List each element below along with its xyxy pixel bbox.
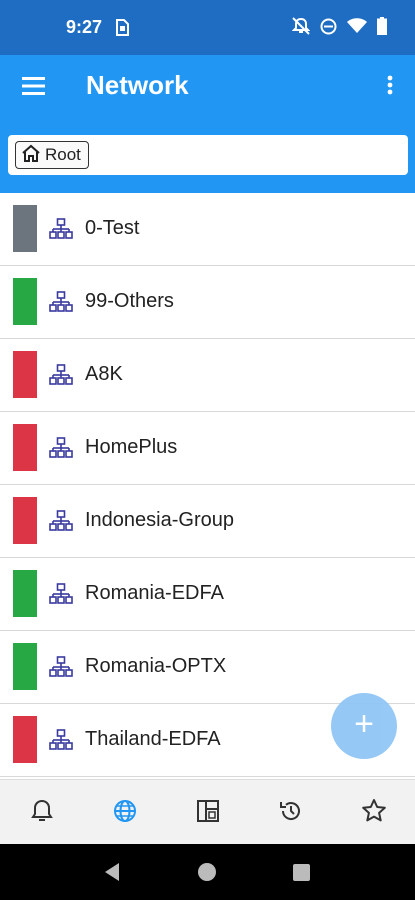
notifications-off-icon <box>291 17 311 40</box>
sim-icon <box>116 19 129 41</box>
status-indicator <box>13 424 37 471</box>
list-item[interactable]: 0-Test <box>0 193 415 266</box>
list-item-label: Indonesia-Group <box>85 509 234 531</box>
network-group-icon <box>49 291 73 318</box>
back-icon[interactable] <box>103 862 121 887</box>
bottom-navigation <box>0 779 415 845</box>
list-item-label: A8K <box>85 363 123 385</box>
network-group-icon <box>49 729 73 756</box>
list-item-label: Romania-OPTX <box>85 655 227 677</box>
status-indicator <box>13 643 37 690</box>
breadcrumb-root-label: Root <box>45 145 81 164</box>
wifi-icon <box>347 18 367 39</box>
network-group-icon <box>49 583 73 610</box>
home-icon <box>21 144 41 167</box>
list-item-label: Thailand-EDFA <box>85 728 221 750</box>
network-group-icon <box>49 437 73 464</box>
breadcrumb-bar: Root <box>0 117 415 193</box>
status-indicator <box>13 570 37 617</box>
do-not-disturb-icon <box>320 18 337 40</box>
status-indicator <box>13 205 37 252</box>
page-title: Network <box>86 70 189 100</box>
breadcrumb-root[interactable]: Root <box>15 141 89 169</box>
bell-icon[interactable] <box>29 798 55 824</box>
list-item[interactable]: 99-Others <box>0 266 415 339</box>
list-item-label: Romania-EDFA <box>85 582 224 604</box>
network-group-icon <box>49 218 73 245</box>
list-item-label: HomePlus <box>85 436 178 458</box>
hamburger-menu-icon[interactable] <box>22 77 45 95</box>
status-indicator <box>13 497 37 544</box>
status-bar: 9:27 <box>0 0 415 55</box>
globe-icon[interactable] <box>112 798 138 824</box>
status-indicator <box>13 351 37 398</box>
add-label: + <box>354 705 374 743</box>
list-item[interactable]: A8K <box>0 339 415 412</box>
history-icon[interactable] <box>278 798 304 824</box>
dashboard-icon[interactable] <box>195 798 221 824</box>
list-item-label: 0-Test <box>85 217 140 239</box>
status-icons <box>291 17 387 40</box>
list-item[interactable]: Romania-OPTX <box>0 631 415 704</box>
network-group-icon <box>49 510 73 537</box>
status-indicator <box>13 278 37 325</box>
more-options-icon[interactable] <box>387 75 393 95</box>
status-time: 9:27 <box>66 17 103 37</box>
list-item[interactable]: Romania-EDFA <box>0 558 415 631</box>
status-indicator <box>13 716 37 763</box>
app-bar: Network <box>0 55 415 117</box>
star-icon[interactable] <box>361 798 387 824</box>
network-group-icon <box>49 364 73 391</box>
network-group-icon <box>49 656 73 683</box>
home-circle-icon[interactable] <box>197 862 217 887</box>
breadcrumb: Root <box>8 135 408 175</box>
list-item-label: 99-Others <box>85 290 174 312</box>
list-item[interactable]: Indonesia-Group <box>0 485 415 558</box>
system-navigation-bar <box>0 844 415 900</box>
add-button[interactable]: + <box>331 693 397 759</box>
list-item[interactable]: HomePlus <box>0 412 415 485</box>
recents-icon[interactable] <box>293 864 310 886</box>
network-list: 0-Test 99-Others A8K HomePlus Indonesia-Grou… <box>0 193 415 779</box>
battery-icon <box>377 17 387 40</box>
